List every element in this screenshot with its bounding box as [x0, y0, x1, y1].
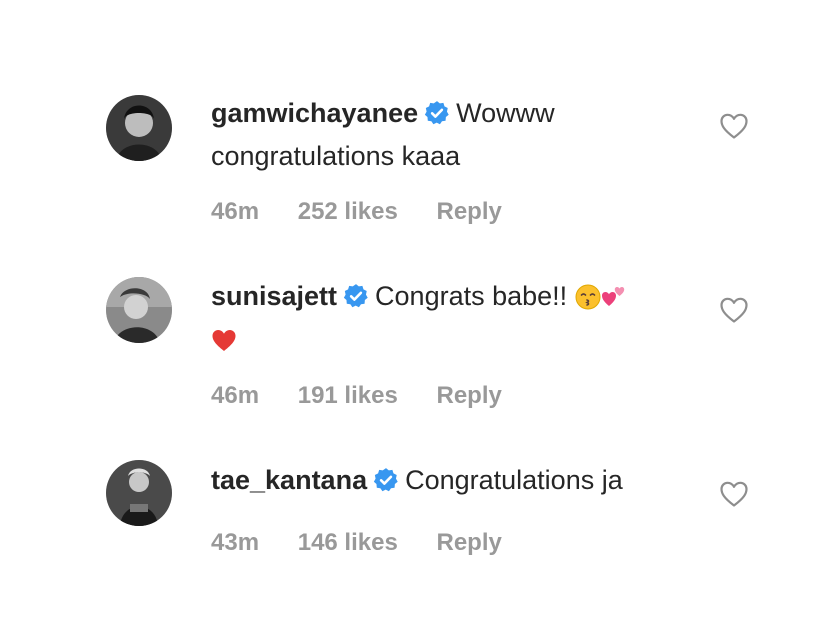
reply-button[interactable]: Reply — [436, 529, 501, 556]
comment-text: Wowww — [456, 98, 555, 128]
verified-badge-icon — [373, 468, 398, 492]
reply-button[interactable]: Reply — [436, 382, 501, 409]
comment-meta: 46m 191 likes Reply — [211, 382, 534, 410]
comment-list: gamwichayanee Wowww congratulations kaaa … — [0, 0, 824, 639]
red-heart-emoji — [212, 330, 236, 351]
reply-button[interactable]: Reply — [436, 198, 501, 225]
comment-text: Congratulations ja — [405, 465, 623, 495]
username-link[interactable]: gamwichayanee — [211, 98, 418, 128]
comment-body: gamwichayanee Wowww congratulations kaaa — [211, 92, 701, 178]
avatar[interactable] — [106, 460, 172, 526]
like-button[interactable] — [719, 112, 749, 140]
username-link[interactable]: tae_kantana — [211, 465, 367, 495]
comment-meta: 43m 146 likes Reply — [211, 529, 534, 557]
verified-badge-icon — [424, 101, 449, 125]
comment-body: tae_kantana Congratulations ja — [211, 459, 701, 502]
kissing-face-emoji — [575, 284, 601, 310]
username-link[interactable]: sunisajett — [211, 281, 337, 311]
comment-body: sunisajett Congrats babe!! — [211, 275, 701, 361]
comment-meta: 46m 252 likes Reply — [211, 198, 534, 226]
heart-outline-icon — [720, 481, 748, 507]
avatar[interactable] — [106, 95, 172, 161]
likes-count[interactable]: 146 likes — [298, 529, 398, 556]
comment-text-continued: congratulations kaaa — [211, 141, 461, 171]
verified-badge-icon — [343, 284, 368, 308]
timestamp: 46m — [211, 382, 260, 409]
timestamp: 46m — [211, 198, 260, 225]
like-button[interactable] — [719, 296, 749, 324]
heart-outline-icon — [720, 297, 748, 323]
likes-count[interactable]: 252 likes — [298, 198, 398, 225]
like-button[interactable] — [719, 480, 749, 508]
avatar[interactable] — [106, 277, 172, 343]
heart-outline-icon — [720, 113, 748, 139]
comment-text: Congrats babe!! — [375, 281, 568, 311]
timestamp: 43m — [211, 529, 260, 556]
likes-count[interactable]: 191 likes — [298, 382, 398, 409]
two-hearts-emoji — [601, 287, 624, 306]
